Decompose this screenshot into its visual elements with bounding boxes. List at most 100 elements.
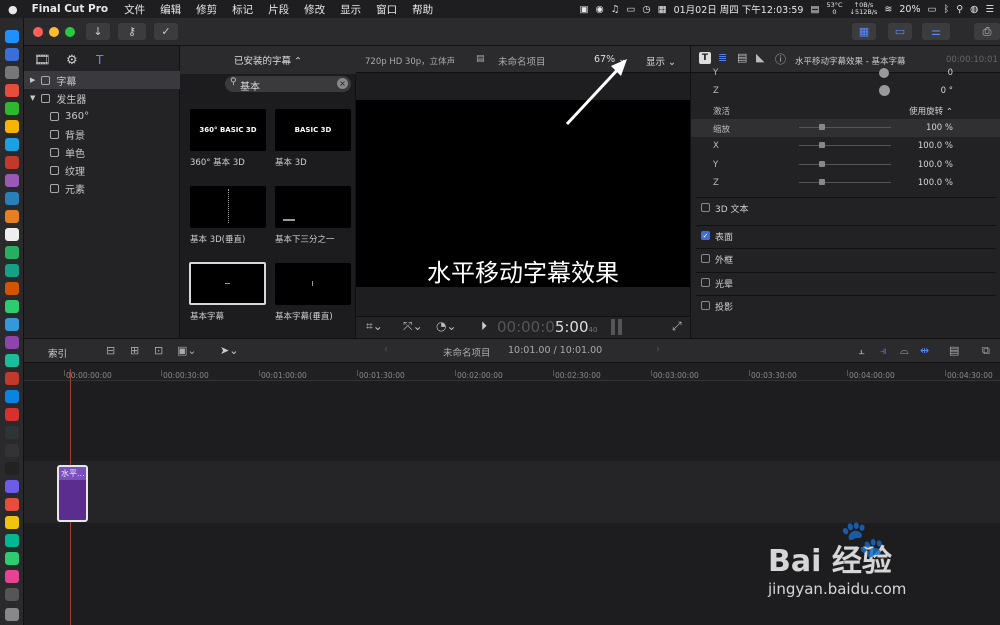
menu-help[interactable]: 帮助 bbox=[412, 2, 433, 17]
video-canvas[interactable]: 水平移动字幕效果 bbox=[356, 100, 690, 287]
param-scale-y[interactable]: Y 100.0 % bbox=[691, 156, 1000, 174]
sidebar-item-generators[interactable]: ▼ 发生器 bbox=[24, 89, 86, 107]
scale-slider[interactable] bbox=[799, 124, 891, 130]
menu-file[interactable]: 文件 bbox=[124, 2, 145, 17]
param-value[interactable]: 100.0 % bbox=[918, 160, 953, 170]
param-value[interactable]: 0 bbox=[948, 68, 953, 78]
app-icon[interactable] bbox=[5, 282, 19, 295]
settings-icon[interactable] bbox=[5, 66, 19, 79]
param-scale-x[interactable]: X 100.0 % bbox=[691, 137, 1000, 155]
param-scale-z[interactable]: Z 100.0 % bbox=[691, 174, 1000, 192]
select-tool-icon[interactable]: ➤⌄ bbox=[220, 344, 238, 357]
title-thumbnail[interactable] bbox=[275, 186, 351, 228]
checkbox-checked[interactable]: ✓ bbox=[701, 231, 710, 240]
chrome-icon[interactable] bbox=[5, 120, 19, 133]
checkbox[interactable] bbox=[701, 301, 710, 310]
crop-icon[interactable]: ⌗⌄ bbox=[366, 319, 383, 334]
sidebar-item-backgrounds[interactable]: 背景 bbox=[50, 125, 85, 143]
app-icon[interactable] bbox=[5, 174, 19, 187]
app-icon[interactable] bbox=[5, 84, 19, 97]
filter-icon[interactable]: ◣ bbox=[756, 51, 764, 64]
app-icon[interactable] bbox=[5, 372, 19, 385]
sidebar-item-titles[interactable]: ▶ 字幕 bbox=[24, 71, 180, 89]
app-icon[interactable] bbox=[5, 192, 19, 205]
param-scale[interactable]: 缩放 100 % bbox=[691, 119, 1000, 137]
app-icon[interactable] bbox=[5, 570, 19, 583]
app-icon[interactable] bbox=[5, 498, 19, 511]
append-clip-icon[interactable]: ⊡ bbox=[154, 344, 163, 357]
connect-clip-icon[interactable]: ⊟ bbox=[106, 344, 115, 357]
display-icon[interactable]: ▭ bbox=[626, 4, 635, 15]
timecode-display[interactable]: 00:00:05:0040 bbox=[497, 318, 597, 336]
param-value[interactable]: 0 ° bbox=[941, 86, 953, 96]
clear-search-icon[interactable]: × bbox=[337, 78, 348, 89]
titles-generators-icon[interactable]: T bbox=[96, 53, 103, 67]
section-face[interactable]: ✓ 表面 bbox=[696, 225, 996, 246]
param-value[interactable]: 100.0 % bbox=[918, 178, 953, 188]
disclosure-down-icon[interactable]: ▼ bbox=[30, 94, 35, 102]
video-inspector-icon[interactable]: ▤ bbox=[737, 51, 747, 64]
category-dropdown[interactable]: 已安装的字幕 ⌃ bbox=[180, 53, 356, 67]
app-icon[interactable] bbox=[5, 354, 19, 367]
title-thumbnail[interactable] bbox=[275, 263, 351, 305]
menu-trim[interactable]: 修剪 bbox=[196, 2, 217, 17]
app-icon[interactable] bbox=[5, 336, 19, 349]
title-clip[interactable]: 水平... bbox=[57, 465, 88, 522]
title-thumbnail-selected[interactable] bbox=[189, 262, 266, 305]
slider-knob[interactable] bbox=[819, 161, 825, 167]
menu-modify[interactable]: 修改 bbox=[304, 2, 325, 17]
menu-clip[interactable]: 片段 bbox=[268, 2, 289, 17]
skimming-icon[interactable]: ⫠ bbox=[858, 344, 865, 358]
param-z[interactable]: Z 0 ° bbox=[691, 82, 1000, 100]
user-icon[interactable]: ◍ bbox=[970, 4, 978, 15]
transform-icon[interactable]: ⤧⌄ bbox=[403, 319, 423, 334]
inspector-toggle-button[interactable]: ⚌ bbox=[922, 23, 950, 40]
menu-view[interactable]: 显示 bbox=[340, 2, 361, 17]
keywords-button[interactable]: ⚷ bbox=[118, 23, 146, 40]
app-icon[interactable] bbox=[5, 534, 19, 547]
menu-mark[interactable]: 标记 bbox=[232, 2, 253, 17]
title-thumbnail[interactable] bbox=[190, 186, 266, 228]
app-icon[interactable] bbox=[5, 426, 19, 439]
app-icon[interactable] bbox=[5, 480, 19, 493]
app-icon[interactable] bbox=[5, 264, 19, 277]
history-forward-icon[interactable]: › bbox=[656, 344, 660, 355]
battery-icon[interactable]: ▭ bbox=[928, 4, 937, 15]
calendar-icon[interactable]: ▦ bbox=[658, 4, 667, 15]
trash-icon[interactable] bbox=[5, 608, 19, 621]
share-button[interactable]: ⎙ bbox=[974, 23, 1000, 40]
wifi-icon[interactable]: ≋ bbox=[884, 4, 892, 15]
section-3d-text[interactable]: 3D 文本 bbox=[696, 197, 996, 218]
app-icon[interactable] bbox=[5, 228, 19, 241]
section-glow[interactable]: 光晕 bbox=[696, 272, 996, 293]
fullscreen-icon[interactable]: ⤢ bbox=[672, 319, 682, 334]
grid-icon[interactable]: ▤ bbox=[810, 4, 819, 15]
app-icon[interactable] bbox=[5, 300, 19, 313]
section-drop-shadow[interactable]: 投影 bbox=[696, 295, 996, 316]
slider-knob[interactable] bbox=[819, 124, 825, 130]
checkbox[interactable] bbox=[701, 203, 710, 212]
app-menu[interactable]: Final Cut Pro bbox=[32, 3, 109, 15]
app-icon[interactable] bbox=[5, 408, 19, 421]
snapping-icon[interactable]: ⇹ bbox=[920, 344, 929, 357]
menu-window[interactable]: 窗口 bbox=[376, 2, 397, 17]
section-outline[interactable]: 外框 bbox=[696, 248, 996, 269]
primary-storyline[interactable] bbox=[24, 461, 1000, 523]
audio-skimming-icon[interactable]: ⫣ bbox=[880, 344, 887, 358]
terminal-icon[interactable] bbox=[5, 444, 19, 457]
text-inspector-icon[interactable]: ≣ bbox=[718, 51, 727, 64]
param-value[interactable]: 100 % bbox=[926, 123, 953, 133]
search-input[interactable]: ⚲ 基本 × bbox=[225, 76, 351, 93]
photos-icon[interactable]: ⚙ bbox=[66, 53, 78, 68]
app-icon[interactable] bbox=[5, 516, 19, 529]
status-icon[interactable]: ▣ bbox=[580, 4, 589, 15]
app-icon[interactable] bbox=[5, 462, 19, 475]
scale-x-slider[interactable] bbox=[799, 142, 891, 148]
app-icon[interactable] bbox=[5, 390, 19, 403]
display-dropdown[interactable]: 显示 ⌄ bbox=[646, 54, 676, 68]
overwrite-clip-icon[interactable]: ▣⌄ bbox=[177, 344, 197, 357]
finder-icon[interactable] bbox=[5, 30, 19, 43]
menu-edit[interactable]: 编辑 bbox=[160, 2, 181, 17]
history-back-icon[interactable]: ‹ bbox=[384, 344, 388, 355]
retime-icon[interactable]: ◔⌄ bbox=[436, 319, 457, 333]
